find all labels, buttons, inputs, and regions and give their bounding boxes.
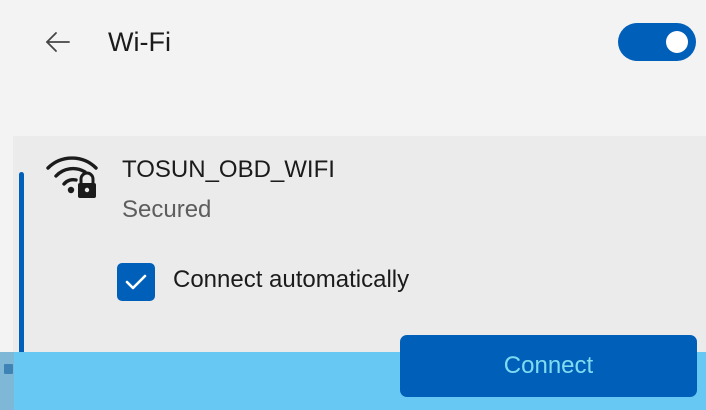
network-name: TOSUN_OBD_WIFI [122,156,335,183]
settings-header: Wi-Fi [0,0,706,135]
connect-button[interactable]: Connect [400,335,697,397]
wifi-toggle[interactable] [618,23,696,61]
checkmark-icon [125,274,147,290]
page-title: Wi-Fi [108,27,171,57]
back-arrow-icon [46,32,70,52]
back-button[interactable] [40,24,76,60]
selection-indicator [19,172,24,377]
taskbar-edge [0,352,14,410]
network-list-item[interactable] [13,136,706,366]
connect-automatically-checkbox[interactable] [117,263,155,301]
wifi-secured-icon [46,156,98,198]
network-status: Secured [122,196,212,223]
toggle-knob [666,31,688,53]
taskbar-app-icon [4,364,13,374]
connect-automatically-label[interactable]: Connect automatically [173,265,409,295]
